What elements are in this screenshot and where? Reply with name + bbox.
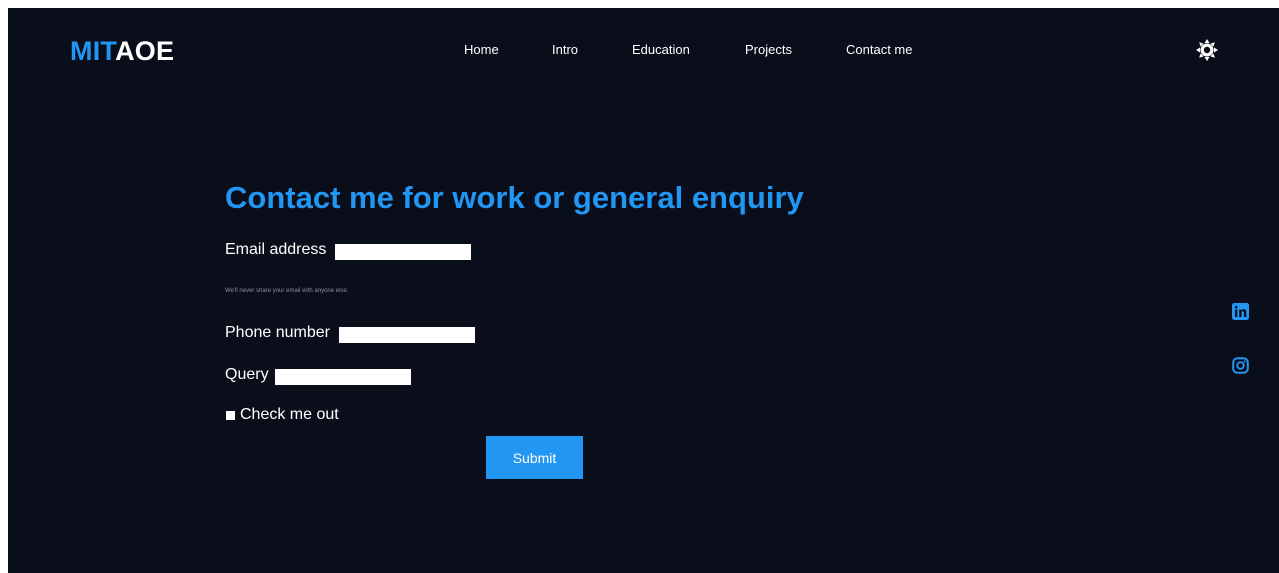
email-label: Email address [225,241,327,258]
instagram-icon [1232,357,1249,374]
instagram-link[interactable] [1232,357,1249,374]
logo-accent: MIT [70,36,116,66]
linkedin-icon [1232,303,1249,320]
check-me-out-checkbox[interactable] [226,411,235,420]
nav-education[interactable]: Education [632,42,690,58]
email-input[interactable] [335,244,471,260]
query-input[interactable] [275,369,411,385]
phone-label: Phone number [225,324,330,341]
brand-logo[interactable]: MITAOE [70,36,174,66]
gear-sun-icon [1196,39,1218,61]
logo-rest: AOE [115,36,175,66]
nav-intro[interactable]: Intro [552,42,578,58]
phone-input[interactable] [339,327,475,343]
page: MITAOE Home Intro Education Projects Con… [8,8,1279,573]
nav-home[interactable]: Home [464,42,499,58]
submit-button[interactable]: Submit [486,436,583,479]
linkedin-link[interactable] [1232,303,1249,320]
nav-projects[interactable]: Projects [745,42,792,58]
nav-contact[interactable]: Contact me [846,42,912,58]
theme-toggle-button[interactable] [1196,39,1218,61]
contact-heading: Contact me for work or general enquiry [225,180,804,215]
email-help-text: We'll never share your email with anyone… [225,288,349,294]
query-label: Query [225,366,269,383]
check-me-out-label: Check me out [240,406,339,423]
